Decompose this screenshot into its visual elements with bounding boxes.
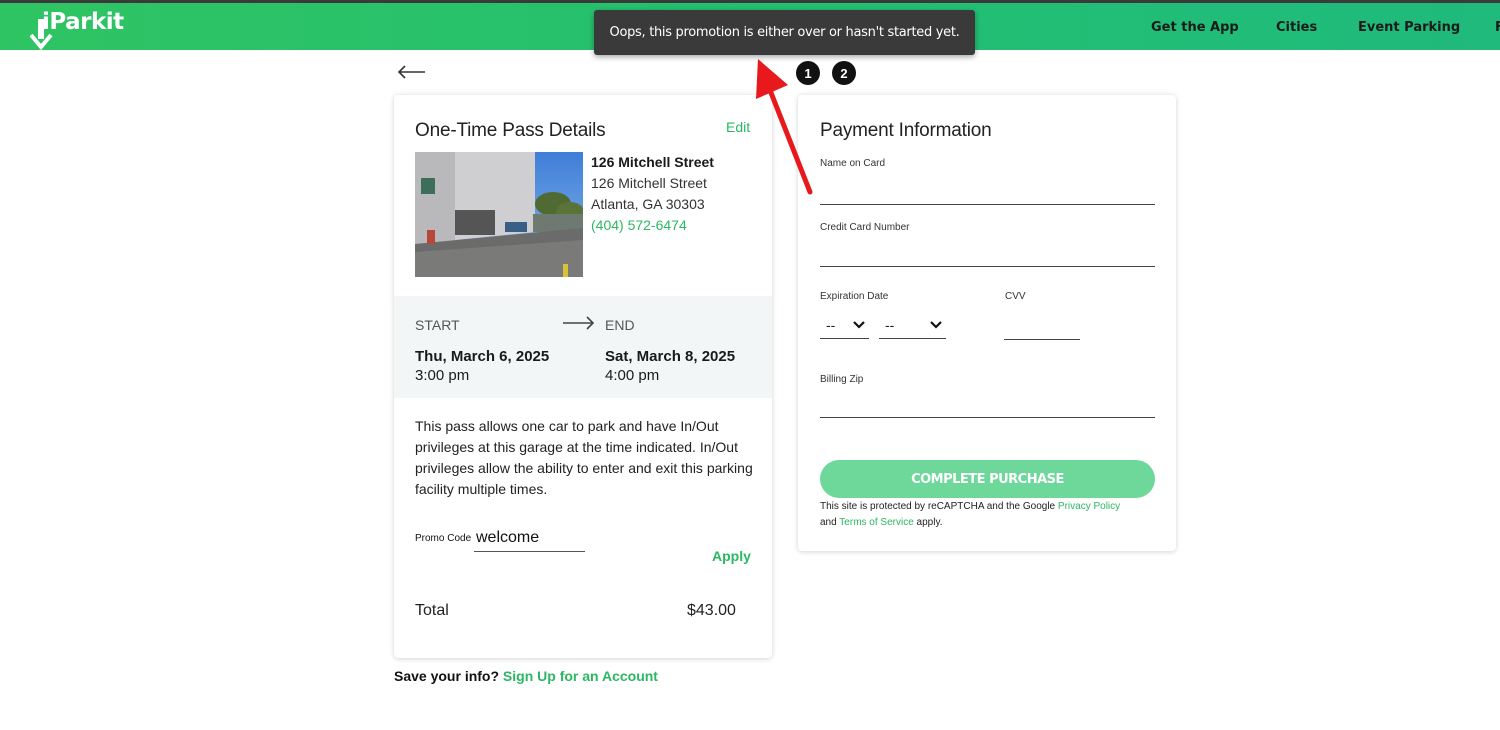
apply-promo-button[interactable]: Apply xyxy=(712,548,751,564)
total-label: Total xyxy=(415,602,449,619)
promo-code-input[interactable] xyxy=(474,525,585,552)
step-indicator-2: 2 xyxy=(832,61,856,85)
edit-link[interactable]: Edit xyxy=(726,119,750,135)
start-label: START xyxy=(415,317,460,333)
garage-photo xyxy=(415,152,583,277)
phone-link[interactable]: (404) 572-6474 xyxy=(591,217,687,233)
cvv-input[interactable] xyxy=(1004,314,1080,340)
end-label: END xyxy=(605,317,635,333)
chevron-down-icon xyxy=(853,320,865,329)
annotation-arrow-icon xyxy=(756,59,813,195)
card-number-input[interactable] xyxy=(820,241,1155,267)
logo-text: iParkit xyxy=(42,9,124,35)
recaptcha-text: This site is protected by reCAPTCHA and … xyxy=(820,501,1056,512)
address-line-2: Atlanta, GA 30303 xyxy=(591,196,705,212)
recaptcha-notice: This site is protected by reCAPTCHA and … xyxy=(820,499,1160,531)
location-name: 126 Mitchell Street xyxy=(591,154,714,170)
exp-month-value: -- xyxy=(826,316,836,333)
privacy-policy-link[interactable]: Privacy Policy xyxy=(1058,501,1120,512)
recaptcha-apply: apply. xyxy=(916,517,943,528)
nav-get-the-app[interactable]: Get the App xyxy=(1151,20,1239,40)
billing-zip-label: Billing Zip xyxy=(820,374,864,385)
back-arrow-icon[interactable] xyxy=(397,62,427,82)
exp-year-value: -- xyxy=(885,316,895,333)
total-value: $43.00 xyxy=(687,602,736,619)
end-time: 4:00 pm xyxy=(605,367,660,384)
nav-cities[interactable]: Cities xyxy=(1276,20,1317,40)
time-range-band: START END Thu, March 6, 2025 3:00 pm Sat… xyxy=(394,296,772,398)
address-line-1: 126 Mitchell Street xyxy=(591,175,707,191)
pass-details-card: One-Time Pass Details Edit 126 Mitchell … xyxy=(394,95,772,658)
promo-error-toast: Oops, this promotion is either over or h… xyxy=(594,10,975,55)
start-date: Thu, March 6, 2025 xyxy=(415,348,550,365)
start-time: 3:00 pm xyxy=(415,367,470,384)
exp-month-select[interactable]: -- xyxy=(820,311,869,339)
nav-event-parking[interactable]: Event Parking xyxy=(1358,20,1460,40)
cvv-label: CVV xyxy=(1005,291,1026,302)
promo-code-label: Promo Code xyxy=(415,533,472,544)
save-info-prompt: Save your info? Sign Up for an Account xyxy=(394,668,658,684)
billing-zip-input[interactable] xyxy=(820,392,1155,418)
pass-description: This pass allows one car to park and hav… xyxy=(415,418,753,497)
terms-of-service-link[interactable]: Terms of Service xyxy=(839,517,913,528)
nav-more[interactable]: F xyxy=(1495,20,1500,40)
expiration-date-label: Expiration Date xyxy=(820,291,889,302)
recaptcha-and: and xyxy=(820,517,837,528)
end-date: Sat, March 8, 2025 xyxy=(605,348,736,365)
name-on-card-label: Name on Card xyxy=(820,158,886,169)
sign-up-link[interactable]: Sign Up for an Account xyxy=(503,668,658,684)
iparkit-logo[interactable]: iParkit xyxy=(30,7,140,51)
exp-year-select[interactable]: -- xyxy=(879,311,946,339)
pass-title: One-Time Pass Details xyxy=(415,120,606,141)
chevron-down-icon xyxy=(930,320,942,329)
card-number-label: Credit Card Number xyxy=(820,222,910,233)
payment-title: Payment Information xyxy=(820,120,992,141)
save-info-text: Save your info? xyxy=(394,668,500,684)
name-on-card-input[interactable] xyxy=(820,179,1155,205)
complete-purchase-button[interactable]: COMPLETE PURCHASE xyxy=(820,460,1155,498)
arrow-right-icon xyxy=(563,316,595,330)
payment-card: Payment Information Name on Card Credit … xyxy=(798,95,1176,551)
